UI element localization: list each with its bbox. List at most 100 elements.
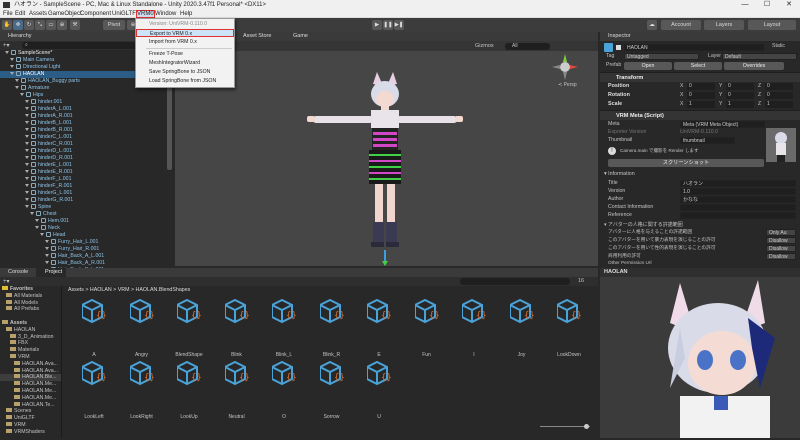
menu-file[interactable]: File: [3, 10, 13, 18]
thumbnail-field[interactable]: thumbnail: [680, 137, 735, 144]
rect-tool-icon[interactable]: ▭: [46, 20, 56, 30]
freeze-tpose-menu-item[interactable]: Freeze T-Pose: [136, 50, 234, 58]
blendshape-asset[interactable]: {} E: [359, 298, 399, 358]
blendshape-asset[interactable]: {} LookDown: [549, 298, 589, 358]
transform-z-field[interactable]: 0: [765, 83, 793, 90]
information-foldout[interactable]: ▾ Information: [604, 171, 635, 177]
screenshot-button[interactable]: スクリーンショット: [608, 159, 764, 167]
blendshape-asset[interactable]: {} LookUp: [169, 360, 209, 420]
prefab-open-button[interactable]: Open: [624, 62, 672, 70]
blendshape-asset[interactable]: {} LookRight: [122, 360, 162, 420]
hierarchy-row[interactable]: hinder.001: [0, 99, 165, 106]
menu-help[interactable]: Help: [180, 10, 192, 18]
layout-dropdown[interactable]: Layout: [748, 20, 796, 30]
rotate-tool-icon[interactable]: ↻: [24, 20, 34, 30]
hierarchy-row[interactable]: hinderA_L.001: [0, 106, 165, 113]
expand-arrow-icon[interactable]: [25, 107, 29, 110]
export-vrm-menu-item[interactable]: Export to VRM 0.x: [136, 29, 234, 37]
perm3-dropdown[interactable]: Disallow: [766, 245, 796, 252]
transform-y-field[interactable]: 0: [726, 83, 754, 90]
hierarchy-row[interactable]: Furry_Hair_L.001: [0, 239, 165, 246]
project-breadcrumb[interactable]: Assets > HAOLAN > VRM > HAOLAN.BlendShap…: [64, 286, 598, 295]
transform-x-field[interactable]: 1: [687, 101, 715, 108]
expand-arrow-icon[interactable]: [25, 177, 29, 180]
project-tree-item[interactable]: VRMShaders: [0, 428, 61, 436]
blendshape-asset[interactable]: {} U: [359, 360, 399, 420]
hierarchy-row[interactable]: Hips: [0, 92, 165, 99]
blendshape-asset[interactable]: {} I: [454, 298, 494, 358]
save-springbone-menu-item[interactable]: Save SpringBone to JSON: [136, 68, 234, 76]
project-tab[interactable]: Project: [36, 268, 67, 277]
create-asset-icon[interactable]: +▾: [3, 278, 10, 285]
mesh-integrator-menu-item[interactable]: MeshIntegratorWizard: [136, 59, 234, 67]
blendshape-asset[interactable]: {} Fun: [407, 298, 447, 358]
expand-arrow-icon[interactable]: [25, 205, 29, 208]
scene-search-input[interactable]: All: [505, 43, 550, 50]
transform-tool-icon[interactable]: ⊕: [57, 20, 67, 30]
expand-arrow-icon[interactable]: [25, 191, 29, 194]
expand-arrow-icon[interactable]: [10, 65, 14, 68]
expand-arrow-icon[interactable]: [25, 149, 29, 152]
meta-field[interactable]: Meta (VRM Meta Object): [680, 121, 765, 128]
expand-arrow-icon[interactable]: [5, 51, 9, 54]
expand-arrow-icon[interactable]: [25, 163, 29, 166]
hierarchy-row[interactable]: hinderD_L.001: [0, 148, 165, 155]
menu-edit[interactable]: Edit: [15, 10, 25, 18]
expand-arrow-icon[interactable]: [45, 254, 49, 257]
import-vrm-menu-item[interactable]: Import from VRM 0.x: [136, 38, 234, 46]
hierarchy-row[interactable]: Furry_Hair_R.001: [0, 246, 165, 253]
expand-arrow-icon[interactable]: [35, 226, 39, 229]
hierarchy-row[interactable]: hinderG_R.001: [0, 197, 165, 204]
gizmos-dropdown[interactable]: Gizmos: [475, 41, 494, 51]
transform-y-field[interactable]: 1: [726, 101, 754, 108]
expand-arrow-icon[interactable]: [25, 121, 29, 124]
hierarchy-row[interactable]: Chest: [0, 211, 165, 218]
expand-arrow-icon[interactable]: [25, 198, 29, 201]
expand-arrow-icon[interactable]: [40, 233, 44, 236]
hierarchy-row[interactable]: Head: [0, 232, 165, 239]
static-toggle[interactable]: Static: [772, 43, 785, 49]
hierarchy-row[interactable]: hinderB_L.001: [0, 120, 165, 127]
blendshape-asset[interactable]: {} Neutral: [217, 360, 257, 420]
scale-tool-icon[interactable]: ⤡: [35, 20, 45, 30]
perm4-dropdown[interactable]: Disallow: [766, 253, 796, 260]
expand-arrow-icon[interactable]: [25, 156, 29, 159]
expand-arrow-icon[interactable]: [45, 261, 49, 264]
hierarchy-row[interactable]: Neck: [0, 225, 165, 232]
hierarchy-row[interactable]: hinderG_L.001: [0, 190, 165, 197]
expand-arrow-icon[interactable]: [25, 100, 29, 103]
add-icon[interactable]: +▾: [3, 42, 10, 49]
game-tab[interactable]: Game: [293, 32, 308, 41]
expand-arrow-icon[interactable]: [25, 114, 29, 117]
transform-y-field[interactable]: 0: [726, 92, 754, 99]
reference-field[interactable]: [680, 212, 796, 219]
hand-tool-icon[interactable]: ✋: [2, 20, 12, 30]
object-name-field[interactable]: HAOLAN: [624, 44, 764, 51]
title-field[interactable]: ハオラン: [680, 180, 796, 187]
perm2-dropdown[interactable]: Disallow: [766, 237, 796, 244]
hierarchy-row[interactable]: hinderD_R.001: [0, 155, 165, 162]
expand-arrow-icon[interactable]: [45, 247, 49, 250]
avatar-permission-foldout[interactable]: ▾ アバターの人格に関する許諾範囲: [604, 221, 683, 228]
step-button[interactable]: ▶❚: [394, 20, 404, 30]
hierarchy-row[interactable]: Hair_Back_A_L.001: [0, 253, 165, 260]
vrm-meta-header[interactable]: VRM Meta (Script): [600, 110, 800, 120]
asset-store-tab[interactable]: Asset Store: [243, 32, 271, 41]
custom-tool-icon[interactable]: ⚒: [70, 20, 80, 30]
expand-arrow-icon[interactable]: [25, 128, 29, 131]
hierarchy-row[interactable]: hinderC_R.001: [0, 141, 165, 148]
blendshape-asset[interactable]: {} BlendShape: [169, 298, 209, 358]
blendshape-asset[interactable]: {} Joy: [502, 298, 542, 358]
expand-arrow-icon[interactable]: [35, 219, 39, 222]
author-field[interactable]: かなな: [680, 196, 796, 203]
expand-arrow-icon[interactable]: [25, 142, 29, 145]
menu-vrm0[interactable]: VRM0: [136, 10, 155, 18]
layer-dropdown[interactable]: Default: [722, 53, 797, 60]
scene-orientation-gizmo[interactable]: [550, 52, 580, 82]
expand-arrow-icon[interactable]: [25, 135, 29, 138]
expand-arrow-icon[interactable]: [30, 212, 34, 215]
play-button[interactable]: ▶: [372, 20, 382, 30]
prefab-select-button[interactable]: Select: [674, 62, 722, 70]
menu-assets[interactable]: Assets: [29, 10, 47, 18]
minimize-button[interactable]: —: [734, 0, 756, 10]
